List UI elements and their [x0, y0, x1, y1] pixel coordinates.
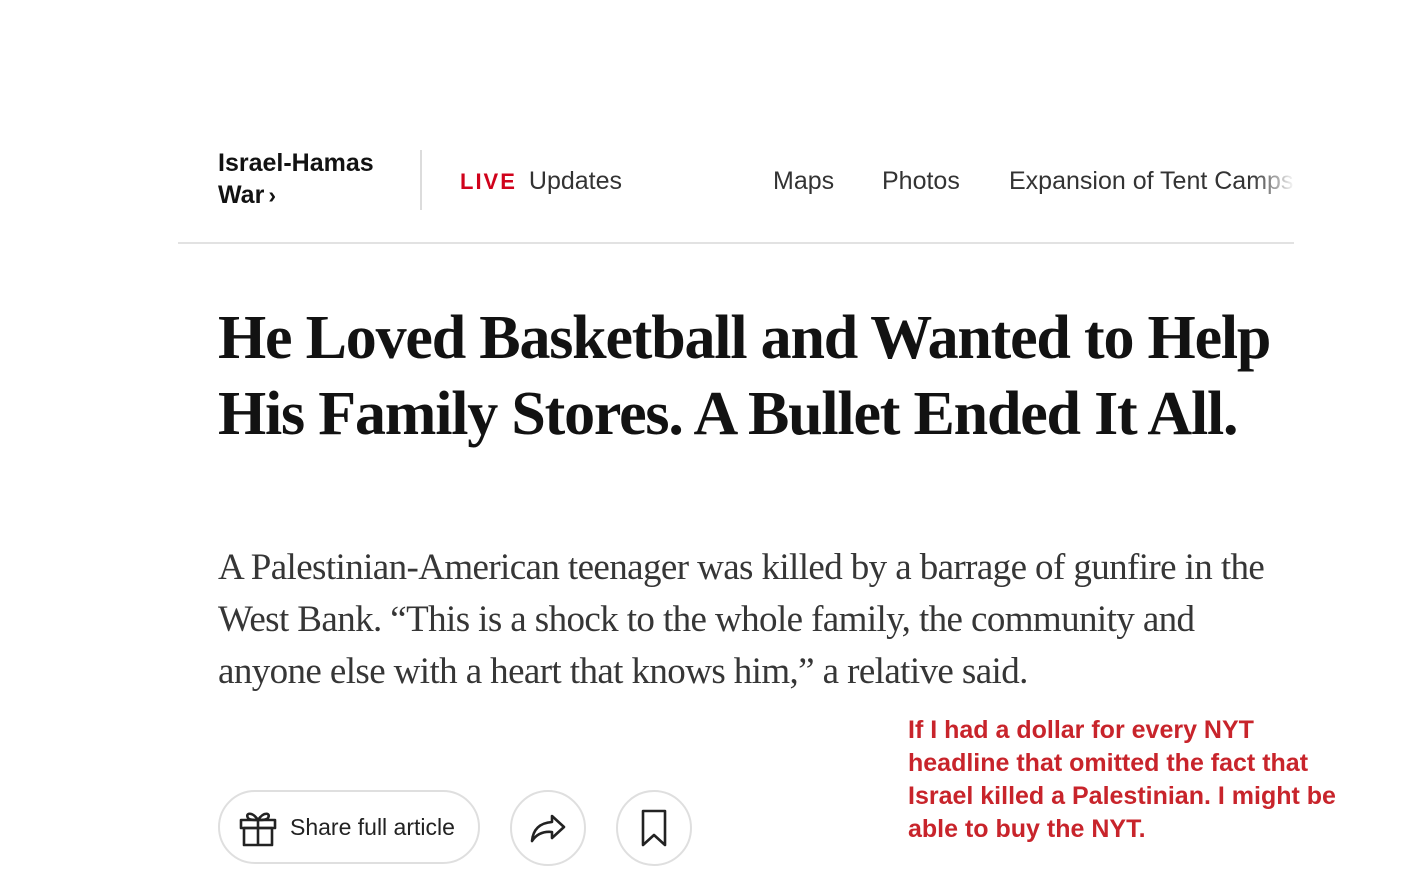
bookmark-icon — [641, 809, 667, 847]
article-headline: He Loved Basketball and Wanted to Help H… — [218, 304, 1271, 448]
nav-item-photos[interactable]: Photos — [882, 166, 960, 196]
nav-item-expansion-wrap: Expansion of Tent Camps — [1009, 166, 1295, 198]
overlay-annotation: If I had a dollar for every NYT headline… — [908, 716, 1336, 843]
live-updates-link[interactable]: LIVE Updates — [460, 166, 622, 197]
nav-item-maps[interactable]: Maps — [773, 166, 834, 196]
nav-divider — [420, 150, 422, 210]
gift-icon — [239, 812, 277, 847]
live-badge: LIVE — [460, 169, 517, 194]
section-nav: Israel-Hamas War › LIVE Updates Maps Photo… — [0, 0, 1412, 244]
live-updates-label: Updates — [528, 167, 623, 195]
nav-divider-rule — [178, 242, 1294, 244]
chevron-right-icon: › — [268, 182, 276, 208]
section-link-israel-hamas-war[interactable]: Israel-Hamas War › — [218, 147, 404, 211]
share-full-article-label: Share full article — [290, 813, 455, 840]
section-label: Israel-Hamas War — [218, 149, 374, 209]
share-button[interactable] — [510, 790, 586, 866]
article-summary: A Palestinian-American teenager was kill… — [218, 547, 1265, 692]
nav-item-expansion-of-tent-camps[interactable]: Expansion of Tent Camps — [1009, 167, 1293, 195]
share-arrow-icon — [530, 814, 566, 843]
save-button[interactable] — [616, 790, 692, 866]
share-full-article-button[interactable]: Share full article — [218, 790, 480, 864]
